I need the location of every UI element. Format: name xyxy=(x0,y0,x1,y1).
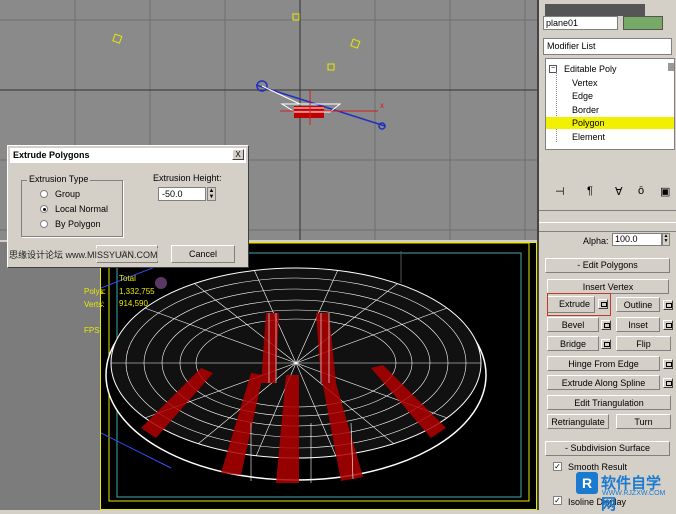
alpha-input[interactable]: 100.0 xyxy=(612,233,662,246)
dialog-title: Extrude Polygons xyxy=(13,150,90,160)
edit-triangulation-button[interactable]: Edit Triangulation xyxy=(547,395,671,410)
stats-poly-value: 1,332,755 xyxy=(119,287,155,296)
turn-button[interactable]: Turn xyxy=(616,414,671,429)
watermark-text: 思缘设计论坛 www.MISSYUAN.COM xyxy=(9,250,158,260)
bridge-label: Bridge xyxy=(559,339,586,349)
edit-polygons-rollout[interactable]: - Edit Polygons xyxy=(545,258,670,273)
stats-verts-label-outer: Verts: xyxy=(84,300,105,309)
insert-vertex-label: Insert Vertex xyxy=(582,282,634,292)
close-icon: X xyxy=(235,150,241,159)
alpha-label: Alpha: xyxy=(583,236,609,246)
extrude-spline-settings-icon[interactable] xyxy=(663,378,673,388)
tree-item-element[interactable]: Element xyxy=(572,132,605,142)
inset-button[interactable]: Inset xyxy=(616,317,660,332)
pin-stack-icon[interactable]: ⊣ xyxy=(555,185,565,198)
hinge-settings-icon[interactable] xyxy=(663,359,673,369)
remove-modifier-icon[interactable]: ō xyxy=(638,185,644,197)
alpha-spinner[interactable]: ▲ ▼ xyxy=(662,233,670,246)
bevel-button[interactable]: Bevel xyxy=(547,317,599,332)
stats-total-label: Total xyxy=(119,274,136,283)
separator xyxy=(539,210,676,211)
object-name-field[interactable]: plane01 xyxy=(543,16,618,30)
make-unique-icon[interactable]: ∀ xyxy=(615,185,623,198)
outline-label: Outline xyxy=(623,300,653,310)
hinge-label: Hinge From Edge xyxy=(568,359,639,369)
dialog-title-bar[interactable]: Extrude Polygons X xyxy=(10,148,246,163)
stats-fps-label-outer: FPS: xyxy=(84,326,102,335)
radio-local-normal[interactable] xyxy=(40,205,48,213)
bevel-settings-icon[interactable] xyxy=(601,320,611,330)
edit-polygons-title: Edit Polygons xyxy=(582,260,638,270)
bridge-button[interactable]: Bridge xyxy=(547,336,599,351)
retriangulate-button[interactable]: Retriangulate xyxy=(547,414,609,429)
extrude-polygons-dialog: Extrude Polygons X Extrusion Type Group … xyxy=(7,145,249,268)
modifier-stack: − Editable Poly Vertex Edge Border Polyg… xyxy=(545,58,675,150)
turn-label: Turn xyxy=(634,417,653,427)
panel-tab-strip xyxy=(545,4,645,16)
extrusion-height-value: -50.0 xyxy=(162,189,183,199)
modifier-list-dropdown[interactable]: Modifier List xyxy=(543,38,672,55)
perspective-viewport-canvas: Total Polys: 1,332,755 Verts: 914,590 FP… xyxy=(83,242,530,502)
extrude-highlight xyxy=(547,293,611,316)
radio-by-polygon-label: By Polygon xyxy=(55,219,101,229)
extrusion-height-spinner[interactable]: ▲ ▼ xyxy=(207,187,216,201)
viewport-gap xyxy=(0,242,100,510)
radio-local-normal-label: Local Normal xyxy=(55,204,109,214)
cancel-button[interactable]: Cancel xyxy=(171,245,235,263)
inset-settings-icon[interactable] xyxy=(663,320,673,330)
hinge-from-edge-button[interactable]: Hinge From Edge xyxy=(547,356,660,371)
tree-item-polygon-highlight xyxy=(546,117,674,129)
object-color-swatch[interactable] xyxy=(623,16,663,30)
edit-triangulation-label: Edit Triangulation xyxy=(574,398,644,408)
site-logo: R 软件自学网 WWW.RJZXW.COM xyxy=(576,472,674,513)
object-name-value: plane01 xyxy=(546,18,579,28)
outline-settings-icon[interactable] xyxy=(663,300,673,310)
retriangulate-label: Retriangulate xyxy=(551,417,605,427)
radio-group-label: Group xyxy=(55,189,81,199)
radio-by-polygon[interactable] xyxy=(40,220,48,228)
subdivision-surface-rollout[interactable]: - Subdivision Surface xyxy=(545,441,670,456)
tree-item-edge[interactable]: Edge xyxy=(572,91,593,101)
bevel-label: Bevel xyxy=(561,320,585,330)
isoline-checkbox[interactable]: ✓ xyxy=(553,496,562,505)
tree-item-polygon[interactable]: Polygon xyxy=(572,118,605,128)
logo-url: WWW.RJZXW.COM xyxy=(602,490,666,497)
configure-modifiers-icon[interactable]: ▣ xyxy=(660,185,670,198)
command-panel: plane01 Modifier List − Editable Poly Ve… xyxy=(539,0,676,510)
outline-button[interactable]: Outline xyxy=(616,297,660,312)
tree-item-border[interactable]: Border xyxy=(572,105,599,115)
extrude-along-spline-button[interactable]: Extrude Along Spline xyxy=(547,375,660,390)
tree-item-vertex[interactable]: Vertex xyxy=(572,78,598,88)
radio-group[interactable] xyxy=(40,190,48,198)
modifier-list-label: Modifier List xyxy=(547,41,596,51)
bridge-settings-icon[interactable] xyxy=(601,339,611,349)
tree-root[interactable]: Editable Poly xyxy=(564,64,617,74)
extrude-spline-label: Extrude Along Spline xyxy=(561,378,646,388)
smooth-result-checkbox[interactable]: ✓ xyxy=(553,462,562,471)
stack-toolbar: ⊣ ¶ ∀ ō ▣ xyxy=(543,183,673,203)
extrusion-height-label: Extrusion Height: xyxy=(153,173,222,183)
rollout-edge xyxy=(539,222,676,232)
tree-line xyxy=(556,72,558,142)
smooth-result-label: Smooth Result xyxy=(568,462,628,472)
flip-button[interactable]: Flip xyxy=(616,336,671,351)
show-end-result-icon[interactable]: ¶ xyxy=(587,185,593,197)
close-button[interactable]: X xyxy=(232,149,244,160)
stack-icon xyxy=(668,63,674,71)
subdivision-surface-title: Subdivision Surface xyxy=(570,443,651,453)
stats-poly-label-outer: Polys: xyxy=(84,287,106,296)
stats-verts-value: 914,590 xyxy=(119,299,148,308)
insert-vertex-button[interactable]: Insert Vertex xyxy=(547,279,669,294)
alpha-value: 100.0 xyxy=(615,234,638,244)
inset-label: Inset xyxy=(628,320,648,330)
logo-mark: R xyxy=(576,472,598,494)
extrusion-height-input[interactable]: -50.0 xyxy=(158,187,206,201)
cancel-button-label: Cancel xyxy=(188,249,217,259)
svg-text:x: x xyxy=(380,101,384,110)
perspective-viewport[interactable]: Total Polys: 1,332,755 Verts: 914,590 FP… xyxy=(83,242,537,510)
watermark: 思缘设计论坛 www.MISSYUAN.COM xyxy=(9,248,158,261)
extrusion-type-label: Extrusion Type xyxy=(27,174,91,184)
flip-label: Flip xyxy=(636,339,651,349)
